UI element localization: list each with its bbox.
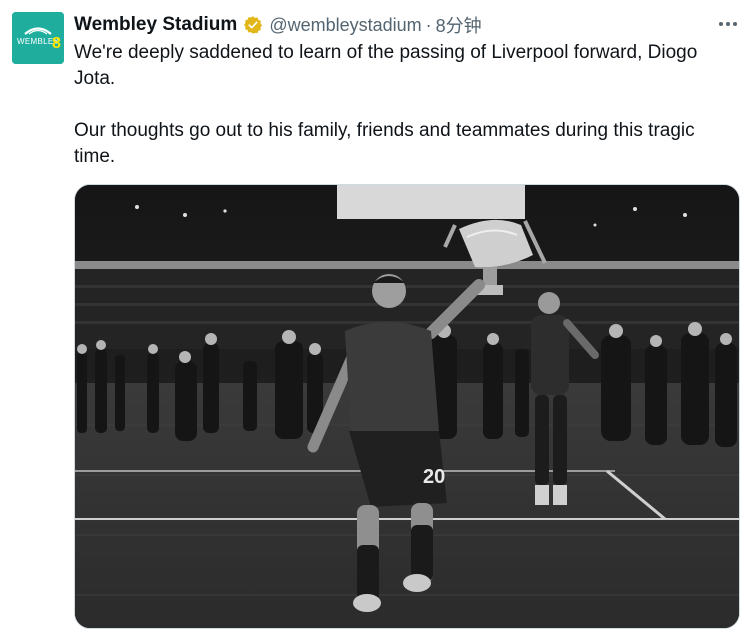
tweet-text: We're deeply saddened to learn of the pa…: [74, 40, 736, 170]
tweet-header: Wembley Stadium @wembleystadium · 8分钟: [74, 12, 482, 38]
header-separator: ·: [425, 14, 432, 35]
avatar-digit: 8: [52, 35, 61, 52]
tweet-text-line-1: We're deeply saddened to learn of the pa…: [74, 42, 703, 89]
author-handle[interactable]: @wembleystadium: [269, 15, 421, 36]
verified-badge-icon: [243, 15, 263, 35]
stadium-screen: [337, 185, 525, 219]
more-options-icon[interactable]: [716, 12, 740, 36]
tweet-photo[interactable]: 20: [74, 184, 740, 629]
avatar[interactable]: WEMBLEY 8: [12, 12, 64, 64]
stadium-band: [75, 261, 739, 269]
tweet-text-line-2: Our thoughts go out to his family, frien…: [74, 120, 700, 167]
shorts-number: 20: [423, 466, 445, 488]
timestamp[interactable]: 8分钟: [436, 12, 482, 38]
author-name[interactable]: Wembley Stadium: [74, 14, 237, 36]
